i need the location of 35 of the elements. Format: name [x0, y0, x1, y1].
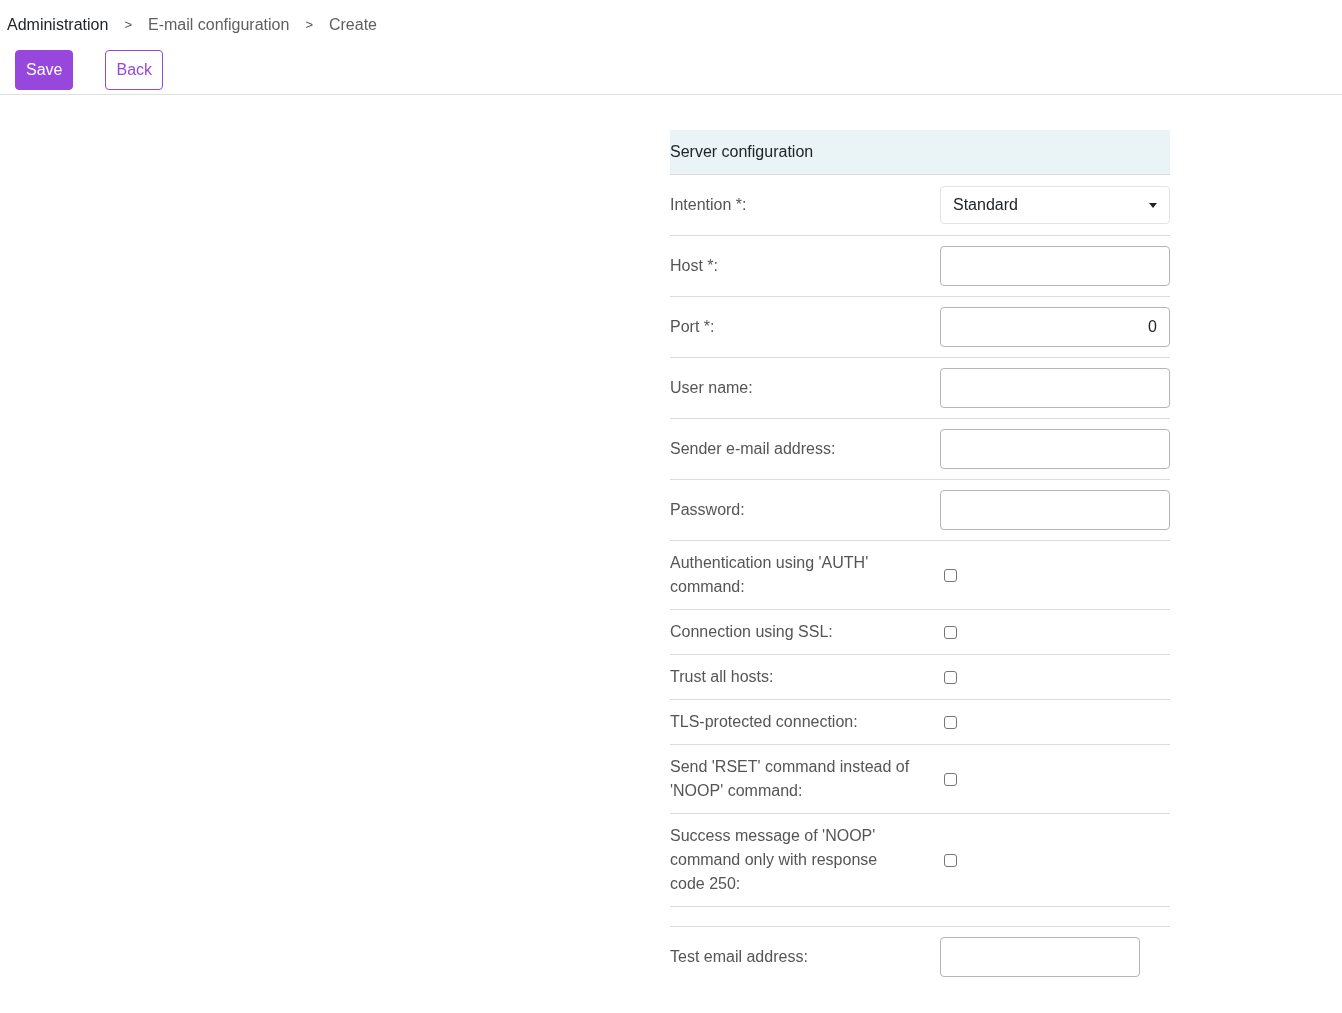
breadcrumb-item[interactable]: E-mail configuration — [147, 13, 290, 37]
field-label: Test email address: — [670, 947, 809, 967]
field-label: Send 'RSET' command instead of 'NOOP' command: — [670, 757, 910, 801]
checkbox[interactable] — [944, 670, 957, 684]
input-field[interactable]: 0 — [940, 307, 1170, 347]
checkbox[interactable] — [944, 715, 957, 729]
checkbox[interactable] — [944, 772, 957, 786]
caret-icon — [1149, 202, 1157, 208]
field-label: Host *: — [670, 256, 719, 276]
field-label: Trust all hosts: — [670, 667, 775, 687]
field-label: Password: — [670, 500, 746, 520]
checkbox[interactable] — [944, 853, 957, 867]
field-label: Success message of 'NOOP' command only with response code 250: — [670, 826, 879, 894]
breadcrumb-separator: > — [124, 16, 132, 35]
checkbox[interactable] — [944, 625, 957, 639]
intention-select[interactable]: Standard — [940, 186, 1170, 224]
field-label: TLS-protected connection: — [670, 712, 859, 732]
breadcrumb-item[interactable]: Administration — [7, 13, 109, 37]
save-button[interactable]: Save — [15, 50, 74, 90]
input-field[interactable] — [940, 937, 1140, 977]
field-label: Sender e-mail address: — [670, 439, 837, 459]
field-label: Port *: — [670, 317, 716, 337]
field-label: User name: — [670, 378, 754, 398]
section-header: Server configuration — [670, 130, 1170, 175]
back-button[interactable]: Back — [105, 50, 164, 90]
breadcrumb-item[interactable]: Create — [328, 13, 377, 37]
input-field[interactable] — [940, 246, 1170, 286]
breadcrumb-separator: > — [305, 16, 313, 35]
input-field[interactable] — [940, 368, 1170, 408]
field-label: Intention *: — [670, 195, 748, 215]
field-label: Authentication using 'AUTH' command: — [670, 553, 870, 597]
input-field[interactable] — [940, 490, 1170, 530]
input-field[interactable] — [940, 429, 1170, 469]
field-label: Connection using SSL: — [670, 622, 834, 642]
checkbox[interactable] — [944, 568, 957, 582]
